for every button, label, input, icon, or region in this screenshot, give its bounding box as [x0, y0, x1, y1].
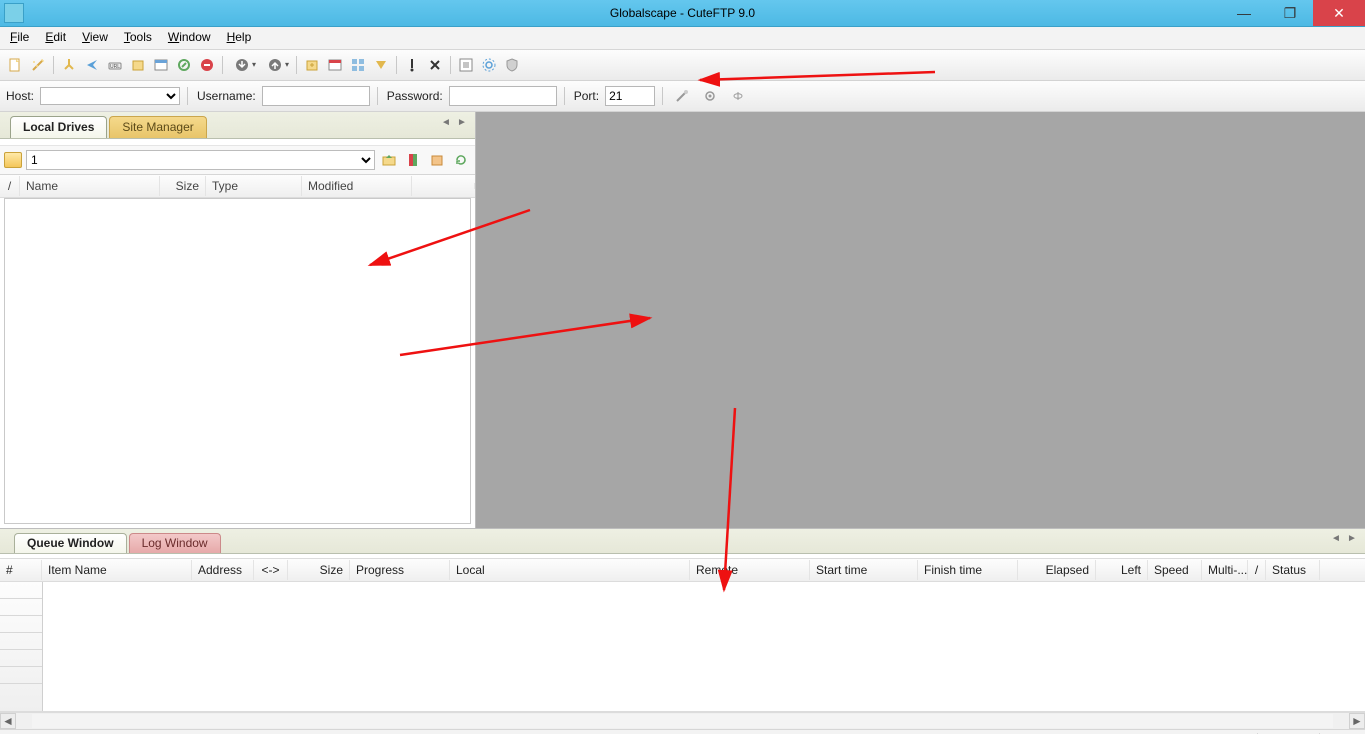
- connect-quick-icon[interactable]: [670, 85, 694, 107]
- qcol-status[interactable]: Status: [1266, 560, 1320, 580]
- tab-next-icon[interactable]: ►: [455, 115, 469, 129]
- qcol-left[interactable]: Left: [1096, 560, 1148, 580]
- bottom-tab-next-icon[interactable]: ►: [1345, 531, 1359, 545]
- settings-icon[interactable]: [455, 54, 477, 76]
- wizard-icon[interactable]: [27, 54, 49, 76]
- col-name[interactable]: Name: [20, 176, 160, 196]
- options-gear-icon[interactable]: [698, 85, 722, 107]
- menu-view[interactable]: View: [74, 27, 116, 49]
- browse-offline-icon[interactable]: [127, 54, 149, 76]
- up-folder-icon[interactable]: [379, 150, 399, 170]
- shield-icon[interactable]: [501, 54, 523, 76]
- menu-file[interactable]: File: [2, 27, 37, 49]
- password-label: Password:: [387, 89, 443, 103]
- new-icon[interactable]: [4, 54, 26, 76]
- port-input[interactable]: [605, 86, 655, 106]
- menu-help[interactable]: Help: [219, 27, 260, 49]
- qcol-item[interactable]: Item Name: [42, 560, 192, 580]
- download-icon[interactable]: [227, 54, 259, 76]
- delete-icon[interactable]: [424, 54, 446, 76]
- port-label: Port:: [574, 89, 599, 103]
- connect-icon[interactable]: [58, 54, 80, 76]
- history-icon[interactable]: [427, 150, 447, 170]
- queue-row-headers: [0, 582, 43, 711]
- password-input[interactable]: [449, 86, 557, 106]
- scroll-left-icon[interactable]: ◄: [0, 713, 16, 729]
- queue-hscrollbar[interactable]: ◄ ►: [0, 712, 1365, 729]
- menu-window[interactable]: Window: [160, 27, 219, 49]
- queue-header: # Item Name Address <-> Size Progress Lo…: [0, 558, 1365, 582]
- col-modified[interactable]: Modified: [302, 176, 412, 196]
- qcol-elapsed[interactable]: Elapsed: [1018, 560, 1096, 580]
- gear-icon[interactable]: [478, 54, 500, 76]
- queue-body[interactable]: [0, 582, 1365, 712]
- remote-pane[interactable]: [476, 112, 1365, 528]
- tab-local-drives[interactable]: Local Drives: [10, 116, 107, 138]
- host-label: Host:: [6, 89, 34, 103]
- refresh-icon[interactable]: [451, 150, 471, 170]
- qcol-num[interactable]: #: [0, 560, 42, 580]
- schedule-icon[interactable]: [324, 54, 346, 76]
- quickconnect-icon[interactable]: [81, 54, 103, 76]
- menu-tools[interactable]: Tools: [116, 27, 160, 49]
- local-file-list[interactable]: [4, 198, 471, 524]
- menu-bar: File Edit View Tools Window Help: [0, 27, 1365, 50]
- folder-icon: [4, 152, 22, 168]
- reconnect-icon[interactable]: URL: [104, 54, 126, 76]
- local-tabstrip: Local Drives Site Manager ◄ ►: [0, 112, 475, 139]
- username-label: Username:: [197, 89, 256, 103]
- qcol-finish[interactable]: Finish time: [918, 560, 1018, 580]
- qcol-size[interactable]: Size: [288, 560, 350, 580]
- qcol-speed[interactable]: Speed: [1148, 560, 1202, 580]
- bookmarks-icon[interactable]: [403, 150, 423, 170]
- col-mark[interactable]: /: [0, 176, 20, 196]
- scroll-right-icon[interactable]: ►: [1349, 713, 1365, 729]
- path-bar: 1: [0, 145, 475, 175]
- local-pane: Local Drives Site Manager ◄ ► 1 / Name S…: [0, 112, 476, 528]
- connection-bar: Host: Username: Password: Port:: [0, 81, 1365, 112]
- thumbnail-icon[interactable]: [347, 54, 369, 76]
- tab-site-manager[interactable]: Site Manager: [109, 116, 206, 138]
- status-bar: For Help, press F1 NUM: [0, 729, 1365, 734]
- qcol-local[interactable]: Local: [450, 560, 690, 580]
- host-input[interactable]: [40, 87, 180, 105]
- qcol-mark[interactable]: /: [1248, 560, 1266, 580]
- maximize-button[interactable]: ❐: [1267, 0, 1313, 26]
- bottom-tab-prev-icon[interactable]: ◄: [1329, 531, 1343, 545]
- main-toolbar: URL: [0, 50, 1365, 81]
- qcol-direction[interactable]: <->: [254, 560, 288, 580]
- properties-icon[interactable]: [150, 54, 172, 76]
- qcol-multi[interactable]: Multi-...: [1202, 560, 1248, 580]
- macros-icon[interactable]: [173, 54, 195, 76]
- qcol-remote[interactable]: Remote: [690, 560, 810, 580]
- minimize-button[interactable]: —: [1221, 0, 1267, 26]
- path-input[interactable]: 1: [26, 150, 375, 170]
- bottom-panel: Queue Window Log Window ◄ ► # Item Name …: [0, 528, 1365, 729]
- col-size[interactable]: Size: [160, 176, 206, 196]
- tab-queue-window[interactable]: Queue Window: [14, 533, 127, 553]
- menu-edit[interactable]: Edit: [37, 27, 74, 49]
- window-title: Globalscape - CuteFTP 9.0: [0, 6, 1365, 20]
- qcol-start[interactable]: Start time: [810, 560, 918, 580]
- upload-icon[interactable]: [260, 54, 292, 76]
- tab-prev-icon[interactable]: ◄: [439, 115, 453, 129]
- tab-log-window[interactable]: Log Window: [129, 533, 221, 553]
- bottom-tabstrip: Queue Window Log Window ◄ ►: [0, 529, 1365, 554]
- local-list-header: / Name Size Type Modified: [0, 175, 475, 198]
- svg-text:URL: URL: [110, 64, 120, 70]
- username-input[interactable]: [262, 86, 370, 106]
- col-spacer: [412, 183, 475, 189]
- filter-icon[interactable]: [370, 54, 392, 76]
- transfer-icon[interactable]: [301, 54, 323, 76]
- close-button[interactable]: ✕: [1313, 0, 1365, 26]
- title-bar: Globalscape - CuteFTP 9.0 — ❐ ✕: [0, 0, 1365, 27]
- stop-icon[interactable]: [196, 54, 218, 76]
- app-icon: [4, 3, 24, 23]
- qcol-address[interactable]: Address: [192, 560, 254, 580]
- priority-icon[interactable]: [401, 54, 423, 76]
- bookmark-icon[interactable]: [726, 85, 750, 107]
- qcol-progress[interactable]: Progress: [350, 560, 450, 580]
- col-type[interactable]: Type: [206, 176, 302, 196]
